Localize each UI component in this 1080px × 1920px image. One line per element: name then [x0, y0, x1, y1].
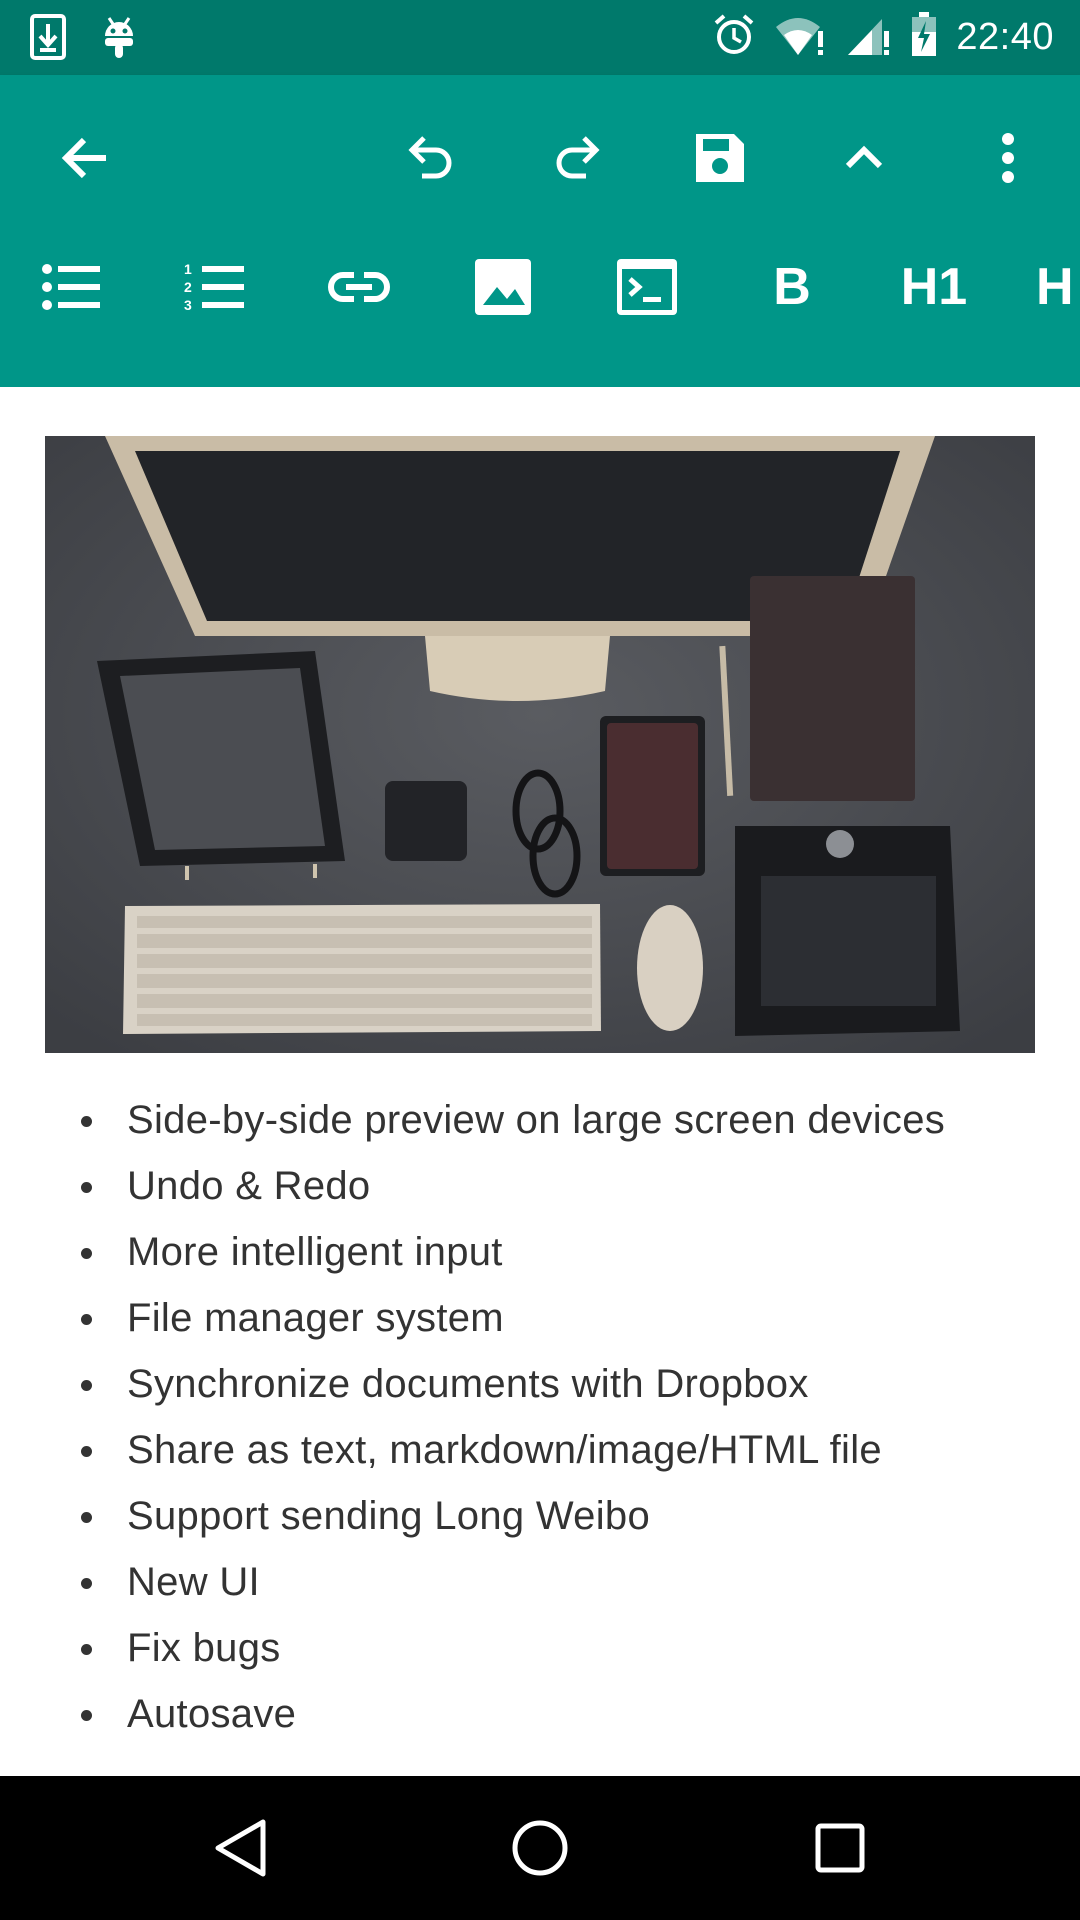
svg-text:3: 3 [184, 297, 192, 313]
more-vert-icon[interactable] [958, 108, 1058, 208]
list-item: Undo & Redo [0, 1153, 1080, 1219]
alarm-icon [712, 13, 756, 62]
editor-toolbar: 1 2 3 B H1 H [0, 75, 1080, 387]
undo-icon[interactable] [382, 108, 482, 208]
list-item: File manager system [0, 1285, 1080, 1351]
svg-text:2: 2 [184, 279, 192, 295]
format-row: 1 2 3 B H1 H [0, 235, 1080, 387]
bold-button[interactable]: B [742, 237, 842, 337]
back-arrow-icon[interactable] [34, 108, 134, 208]
status-bar: 22:40 [0, 0, 1080, 75]
list-item: Side-by-side preview on large screen dev… [0, 1087, 1080, 1153]
preview-content: Side-by-side preview on large screen dev… [0, 387, 1080, 1777]
list-item: Share as text, markdown/image/HTML file [0, 1417, 1080, 1483]
bullet-dot [81, 1248, 92, 1259]
bullet-dot [81, 1380, 92, 1391]
status-time: 22:40 [956, 16, 1054, 58]
list-item: Fix bugs [0, 1615, 1080, 1681]
wifi-icon [774, 13, 828, 62]
action-row [0, 75, 1080, 235]
desk-workspace-photo [45, 436, 1035, 1053]
link-icon[interactable] [309, 237, 409, 337]
android-icon [100, 14, 138, 65]
list-item: Autosave [0, 1681, 1080, 1747]
redo-icon[interactable] [526, 108, 626, 208]
h2-label: H [1036, 258, 1074, 316]
back-triangle-icon[interactable] [190, 1798, 290, 1898]
bullet-dot [81, 1512, 92, 1523]
save-icon[interactable] [670, 108, 770, 208]
home-circle-icon[interactable] [490, 1798, 590, 1898]
list-item: Synchronize documents with Dropbox [0, 1351, 1080, 1417]
list-item: Support sending Long Weibo [0, 1483, 1080, 1549]
bullet-dot [81, 1710, 92, 1721]
image-icon[interactable] [453, 237, 553, 337]
battery-charging-icon [910, 12, 938, 63]
recents-square-icon[interactable] [790, 1798, 890, 1898]
bullet-dot [81, 1314, 92, 1325]
numbered-list-icon[interactable]: 1 2 3 [164, 237, 264, 337]
svg-text:1: 1 [184, 261, 192, 277]
bullet-dot [81, 1446, 92, 1457]
h1-label: H1 [900, 258, 968, 316]
feature-list: Side-by-side preview on large screen dev… [0, 1087, 1080, 1747]
bullet-dot [81, 1644, 92, 1655]
h1-button[interactable]: H1 [884, 237, 984, 337]
bold-label: B [773, 258, 811, 316]
navigation-bar [0, 1776, 1080, 1920]
bullet-dot [81, 1182, 92, 1193]
collapse-up-icon[interactable] [814, 108, 914, 208]
h2-button[interactable]: H [1036, 237, 1080, 337]
bullet-dot [81, 1578, 92, 1589]
download-icon [30, 14, 66, 65]
list-item: New UI [0, 1549, 1080, 1615]
signal-icon [846, 13, 892, 62]
bulleted-list-icon[interactable] [21, 237, 121, 337]
list-item: More intelligent input [0, 1219, 1080, 1285]
code-icon[interactable] [597, 237, 697, 337]
bullet-dot [81, 1116, 92, 1127]
